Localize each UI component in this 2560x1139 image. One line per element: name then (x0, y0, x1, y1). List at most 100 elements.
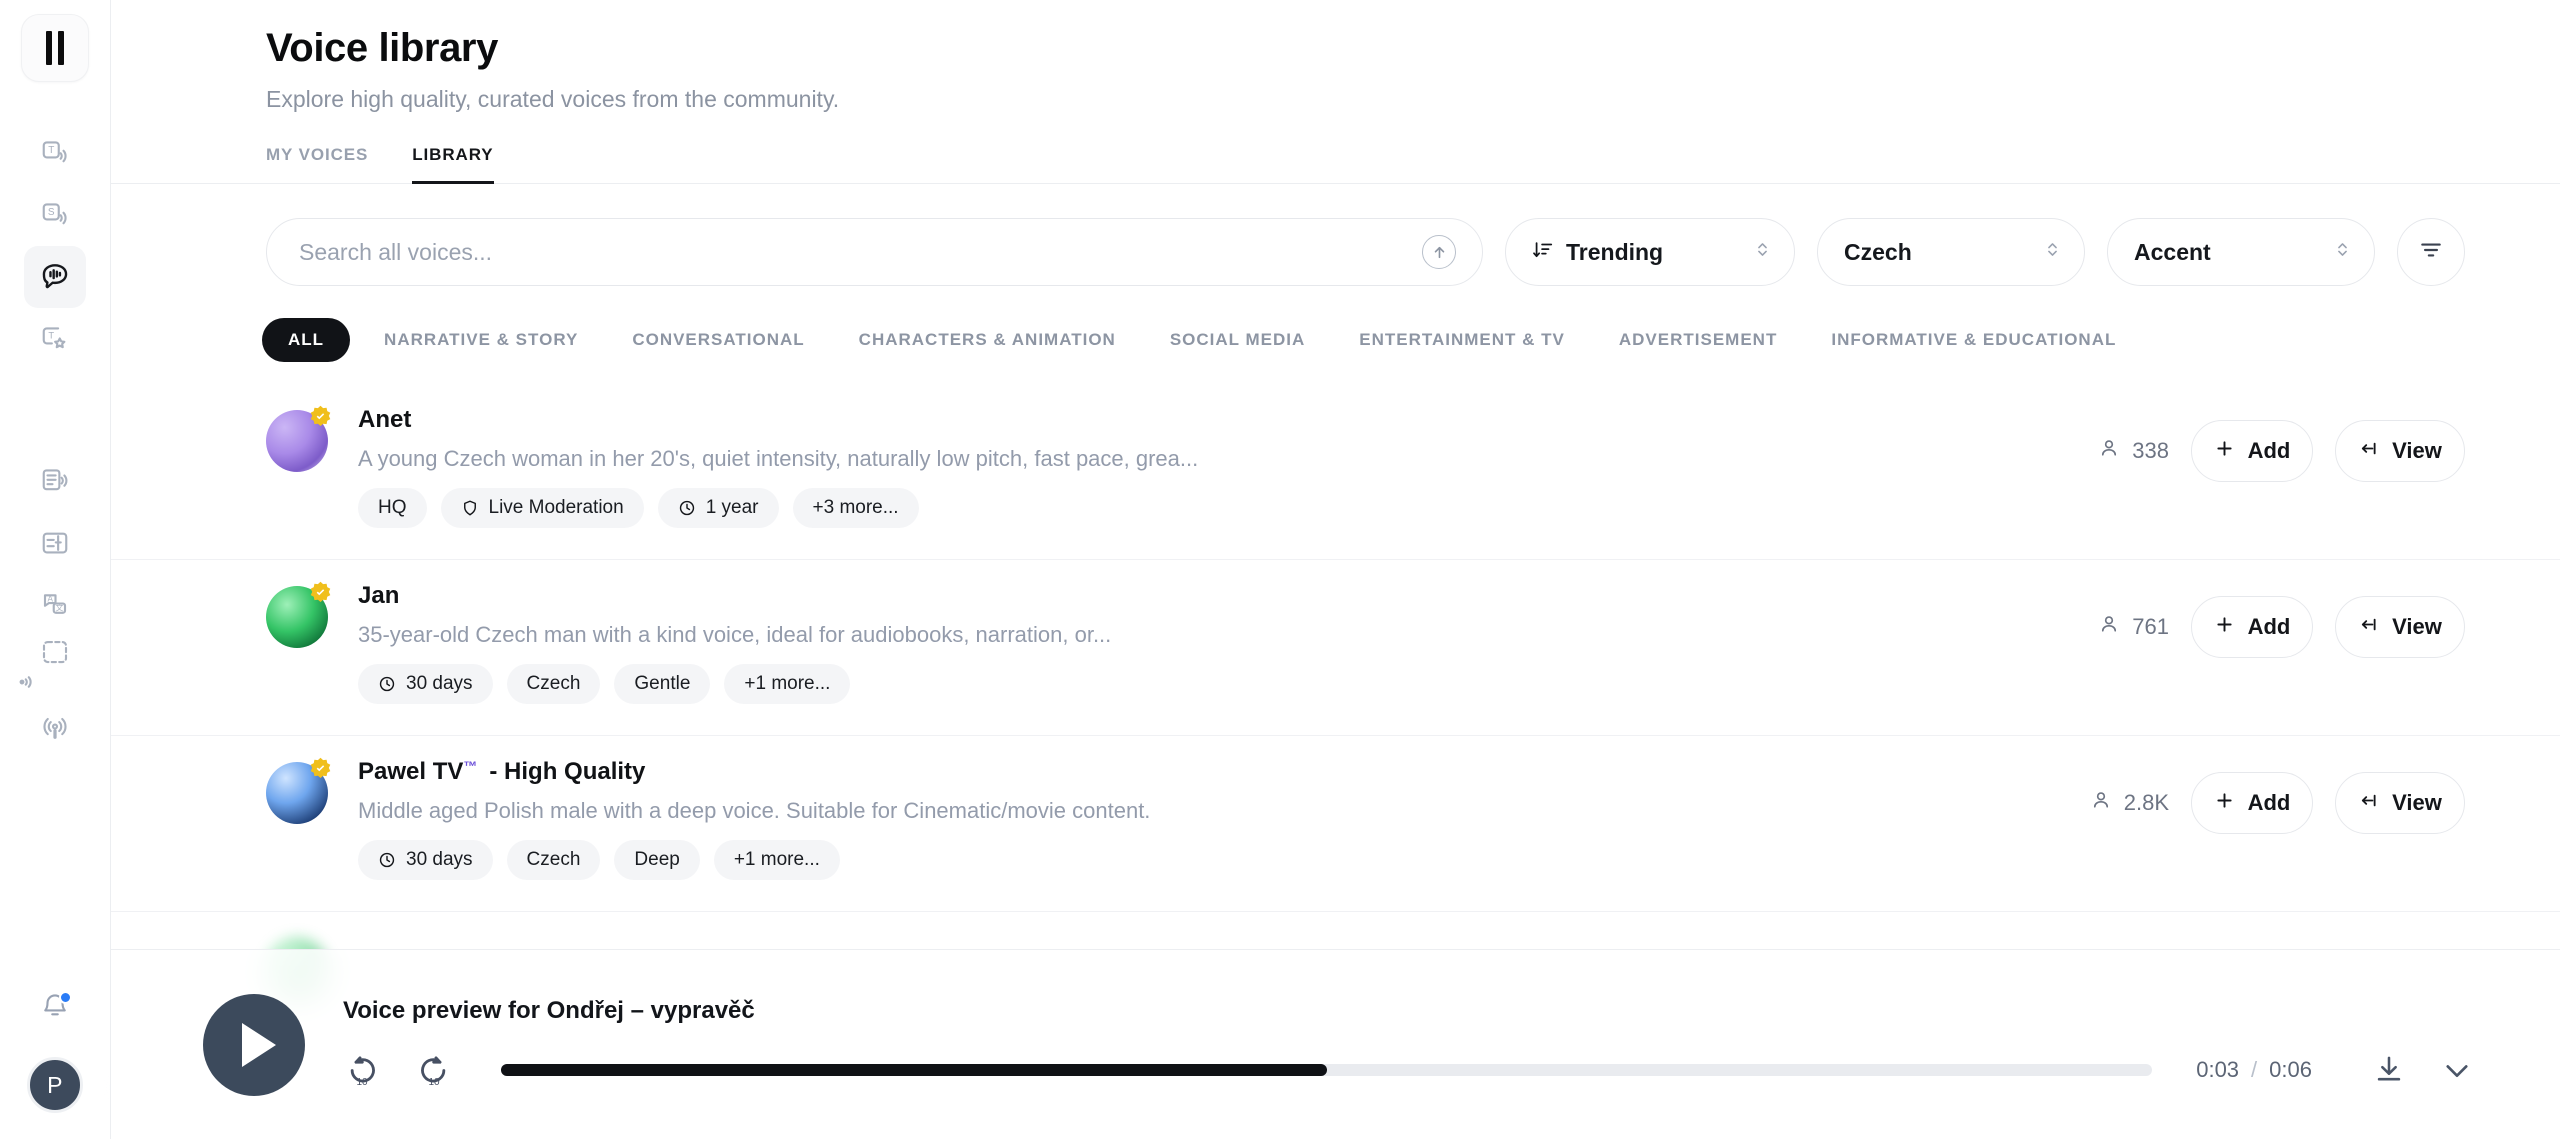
tag-style[interactable]: Gentle (614, 664, 711, 704)
tag-label: Czech (526, 673, 581, 694)
category-characters-animation[interactable]: CHARACTERS & ANIMATION (859, 330, 1116, 350)
total-time: 0:06 (2269, 1056, 2312, 1082)
filter-button[interactable] (2397, 218, 2465, 286)
sidebar-item-voices[interactable] (24, 246, 86, 308)
rewind-10-icon[interactable]: 10 (339, 1047, 385, 1093)
tag-language[interactable]: Czech (506, 664, 601, 704)
time-separator: / (2251, 1056, 2258, 1082)
download-icon[interactable] (2372, 1053, 2406, 1087)
add-button-label: Add (2247, 614, 2291, 639)
sidebar-item-text-to-speech[interactable]: T (24, 122, 86, 184)
progress-bar[interactable] (501, 1063, 2153, 1076)
voice-avatar (266, 757, 331, 824)
tag-language[interactable]: Czech (506, 840, 601, 880)
user-icon (2098, 613, 2120, 641)
category-entertainment-tv[interactable]: ENTERTAINMENT & TV (1359, 330, 1565, 350)
upload-circle-icon[interactable] (1422, 235, 1456, 269)
voice-name: Pawel TV ™ - High Quality (358, 758, 2090, 786)
user-icon (2098, 437, 2120, 465)
tag-more[interactable]: +1 more... (724, 664, 851, 704)
chevron-down-icon[interactable] (2440, 1053, 2474, 1087)
category-social-media[interactable]: SOCIAL MEDIA (1170, 330, 1305, 350)
tag-label: HQ (378, 497, 407, 518)
category-informative-educational[interactable]: INFORMATIVE & EDUCATIONAL (1831, 330, 2116, 350)
tag-more[interactable]: +3 more... (792, 488, 919, 528)
trademark-mark: ™ (463, 758, 478, 774)
player-times: 0:03 / 0:06 (2196, 1057, 2312, 1083)
tab-my-voices[interactable]: MY VOICES (266, 145, 368, 184)
verified-badge-icon (310, 757, 331, 779)
voice-actions: 338 Add View (2098, 420, 2465, 482)
sidebar-item-reader[interactable] (24, 450, 86, 512)
sidebar-item-studio[interactable] (24, 512, 86, 574)
pause-logo-icon (46, 31, 64, 65)
tag-age[interactable]: 30 days (358, 664, 493, 704)
voice-info: Jan 35-year-old Czech man with a kind vo… (328, 582, 2098, 704)
tab-library[interactable]: LIBRARY (412, 145, 494, 184)
table-row[interactable]: Anet A young Czech woman in her 20's, qu… (111, 384, 2560, 560)
table-row[interactable]: Pawel TV ™ - High Quality Middle aged Po… (111, 736, 2560, 912)
podcast-icon (40, 714, 70, 744)
tag-label: Live Moderation (488, 497, 624, 518)
category-advertisement[interactable]: ADVERTISEMENT (1619, 330, 1777, 350)
tag-label: 30 days (406, 849, 473, 870)
enter-arrow-icon (2358, 438, 2379, 465)
page-subtitle: Explore high quality, curated voices fro… (266, 86, 840, 112)
svg-text:S: S (48, 207, 55, 218)
sidebar-item-dubbing[interactable]: A 文 (24, 574, 86, 636)
app-logo-button[interactable] (21, 14, 89, 82)
progress-bar-fill (501, 1063, 1327, 1076)
tag-age[interactable]: 1 year (657, 488, 779, 528)
view-button[interactable]: View (2335, 596, 2465, 658)
search-box[interactable] (266, 218, 1483, 286)
enter-arrow-icon (2358, 614, 2379, 641)
category-conversational[interactable]: CONVERSATIONAL (632, 330, 804, 350)
category-all[interactable]: ALL (262, 318, 351, 362)
notifications-button[interactable] (24, 977, 86, 1039)
svg-text:A: A (48, 595, 54, 604)
tag-style[interactable]: Deep (614, 840, 700, 880)
user-count: 2.8K (2090, 789, 2169, 817)
sidebar-item-podcast[interactable] (24, 698, 86, 760)
tag-live-moderation[interactable]: Live Moderation (440, 488, 644, 528)
accent-select[interactable]: Accent (2107, 218, 2375, 286)
tag-hq[interactable]: HQ (358, 488, 427, 528)
sort-select[interactable]: Trending (1505, 218, 1795, 286)
table-row[interactable]: Jan 35-year-old Czech man with a kind vo… (111, 560, 2560, 736)
plus-icon (2214, 614, 2235, 641)
user-count-value: 2.8K (2123, 790, 2169, 815)
text-to-sfx-icon: T (40, 324, 70, 354)
voice-description: Middle aged Polish male with a deep voic… (358, 798, 1151, 823)
tag-label: +3 more... (812, 497, 899, 518)
play-button[interactable] (203, 993, 305, 1096)
language-select-label: Czech (1844, 238, 1912, 265)
add-button[interactable]: Add (2191, 596, 2313, 658)
tag-age[interactable]: 30 days (358, 840, 493, 880)
avatar[interactable]: P (27, 1057, 83, 1113)
accent-select-label: Accent (2134, 238, 2211, 265)
sidebar-item-sound-effects[interactable] (19, 636, 86, 698)
language-select[interactable]: Czech (1817, 218, 2085, 286)
voice-description: A young Czech woman in her 20's, quiet i… (358, 446, 1199, 471)
shield-icon (461, 499, 479, 517)
view-button-label: View (2392, 790, 2442, 815)
user-count-value: 338 (2132, 438, 2169, 463)
play-icon (241, 1022, 276, 1067)
add-button[interactable]: Add (2191, 420, 2313, 482)
sidebar-item-speech-to-speech[interactable]: S (24, 184, 86, 246)
view-button[interactable]: View (2335, 772, 2465, 834)
page-header: Voice library Explore high quality, cura… (111, 0, 2560, 184)
add-button[interactable]: Add (2191, 772, 2313, 834)
tag-more[interactable]: +1 more... (713, 840, 840, 880)
search-input[interactable] (299, 238, 1422, 266)
sort-select-label: Trending (1566, 238, 1664, 265)
view-button[interactable]: View (2335, 420, 2465, 482)
category-narrative-story[interactable]: NARRATIVE & STORY (384, 330, 578, 350)
text-to-speech-icon: T (40, 138, 70, 168)
forward-10-icon[interactable]: 10 (411, 1047, 457, 1093)
enter-arrow-icon (2358, 790, 2379, 817)
sidebar-item-sound-design[interactable]: T (24, 308, 86, 370)
voice-name: Jan (358, 582, 2098, 610)
chevron-updown-icon (1753, 240, 1772, 264)
tag-label: +1 more... (733, 849, 820, 870)
